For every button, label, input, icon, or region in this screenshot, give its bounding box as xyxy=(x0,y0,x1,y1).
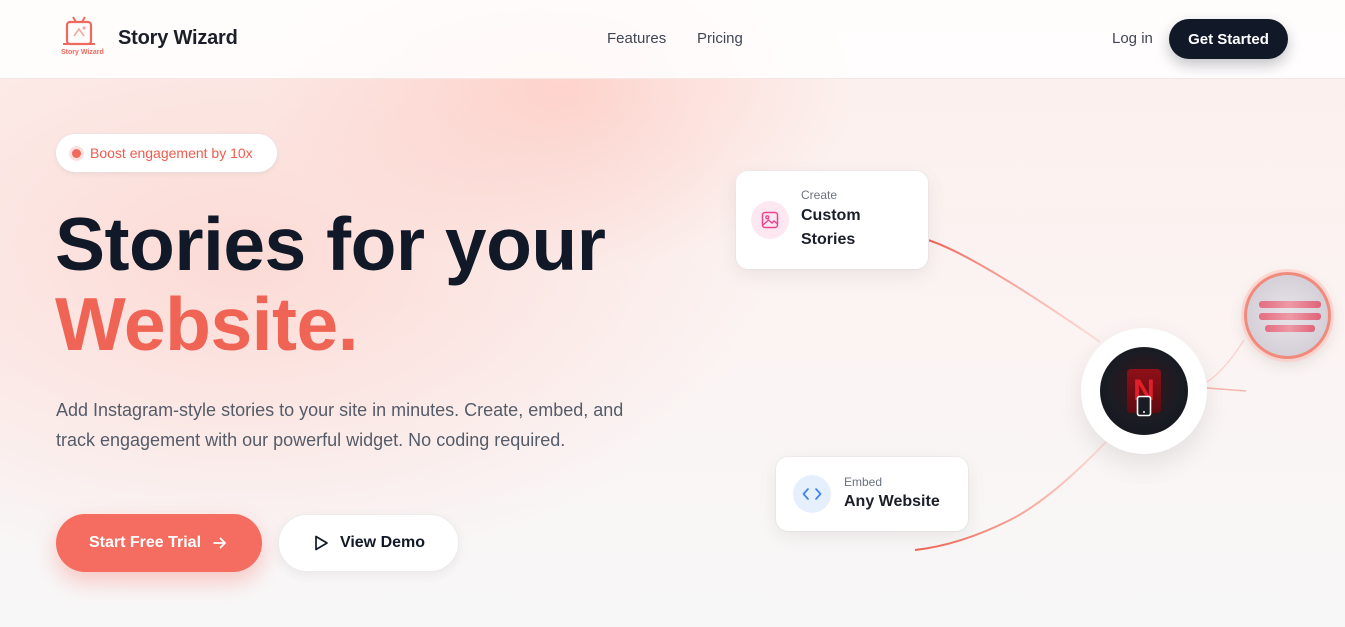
engagement-badge: Boost engagement by 10x xyxy=(56,134,277,172)
story-thumbnail[interactable] xyxy=(1244,272,1331,359)
embed-any-website-card: Embed Any Website xyxy=(776,457,968,531)
card-embed-icon-wrap xyxy=(793,475,831,513)
phone-icon xyxy=(1136,395,1152,417)
hero-description: Add Instagram-style stories to your site… xyxy=(56,400,624,450)
thumb-text-line xyxy=(1259,301,1321,308)
get-started-button[interactable]: Get Started xyxy=(1169,19,1288,59)
start-free-trial-button[interactable]: Start Free Trial xyxy=(56,514,262,572)
create-card-title-line2: Stories xyxy=(801,231,856,248)
logo[interactable]: Story Wizard xyxy=(58,16,110,60)
nav-features[interactable]: Features xyxy=(607,30,666,47)
card-create-icon-wrap xyxy=(751,201,789,239)
thumb-text-line xyxy=(1259,313,1321,320)
widget-preview-inner: N xyxy=(1100,347,1188,435)
code-icon xyxy=(802,488,822,500)
hero-title-accent: Website. xyxy=(55,282,359,366)
top-navbar: Story Wizard Story Wizard Features Prici… xyxy=(0,0,1345,79)
arrow-right-icon xyxy=(213,537,226,549)
image-icon xyxy=(761,211,779,229)
nav-pricing[interactable]: Pricing xyxy=(697,30,743,47)
embed-card-title: Any Website xyxy=(844,493,940,510)
create-custom-stories-card: Create Custom Stories xyxy=(736,171,928,269)
embed-card-label: Embed xyxy=(844,475,883,489)
widget-preview-circle[interactable]: N xyxy=(1081,328,1207,454)
logo-caption: Story Wizard xyxy=(61,49,104,56)
create-card-title-line1: Custom xyxy=(801,207,861,224)
badge-text: Boost engagement by 10x xyxy=(90,145,253,161)
view-demo-label: View Demo xyxy=(339,534,426,551)
login-link[interactable]: Log in xyxy=(1112,30,1153,47)
play-icon xyxy=(315,535,328,551)
create-card-label: Create xyxy=(801,188,838,202)
badge-dot-icon xyxy=(72,148,81,158)
start-free-trial-label: Start Free Trial xyxy=(88,534,202,551)
hero-title: Stories for your xyxy=(55,202,606,286)
thumb-text-line xyxy=(1265,325,1315,332)
view-demo-button[interactable]: View Demo xyxy=(278,514,459,572)
brand-name[interactable]: Story Wizard xyxy=(118,27,238,50)
